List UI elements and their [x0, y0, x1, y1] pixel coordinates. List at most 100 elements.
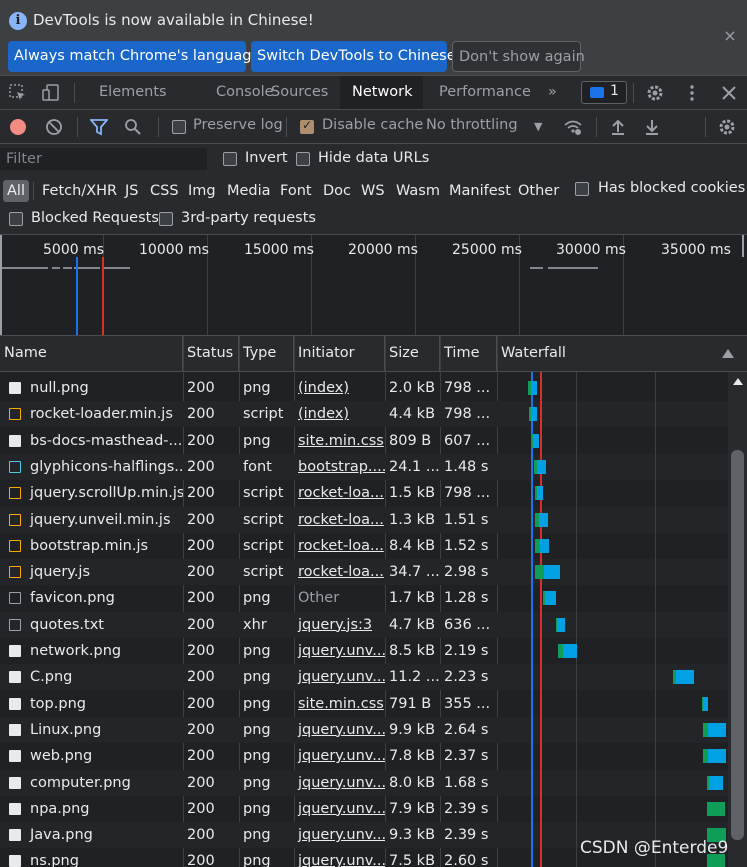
table-row[interactable]: npa.png 200 png jquery.unv... 7.9 kB 2.39 s	[0, 796, 728, 822]
type-filter-media[interactable]: Media	[223, 180, 275, 202]
request-list-scrollbar[interactable]	[728, 372, 747, 867]
import-har-icon[interactable]	[609, 118, 627, 136]
gear-icon[interactable]	[646, 84, 664, 102]
has-blocked-cookies-checkbox[interactable]	[575, 182, 589, 196]
type-filter-ws[interactable]: WS	[357, 180, 389, 202]
initiator-cell[interactable]: rocket-loa...	[294, 480, 385, 506]
name-cell[interactable]: web.png	[26, 743, 183, 769]
scroll-up-icon[interactable]	[733, 378, 743, 385]
table-row[interactable]: bs-docs-masthead-... 200 png site.min.css 80…	[0, 428, 728, 454]
tab-performance[interactable]: Performance	[427, 76, 543, 109]
type-filter-doc[interactable]: Doc	[319, 180, 355, 202]
table-row[interactable]: jquery.scrollUp.min.js 200 script rocket-lo…	[0, 480, 728, 506]
blocked-requests-checkbox[interactable]	[9, 212, 23, 226]
type-filter-wasm[interactable]: Wasm	[392, 180, 444, 202]
initiator-cell[interactable]: jquery.unv...	[294, 743, 385, 769]
invert-checkbox[interactable]	[223, 152, 237, 166]
name-cell[interactable]: npa.png	[26, 796, 183, 822]
chevron-down-icon[interactable]: ▼	[534, 120, 542, 133]
initiator-cell[interactable]: site.min.css	[294, 691, 385, 717]
table-row[interactable]: web.png 200 png jquery.unv... 7.8 kB 2.37 s	[0, 743, 728, 769]
name-cell[interactable]: network.png	[26, 638, 183, 664]
initiator-cell[interactable]: jquery.unv...	[294, 638, 385, 664]
inspect-element-icon[interactable]	[9, 84, 27, 102]
initiator-cell[interactable]: jquery.unv...	[294, 822, 385, 848]
table-row[interactable]: quotes.txt 200 xhr jquery.js:3 4.7 kB 636 ...	[0, 611, 728, 638]
tab-network[interactable]: Network	[340, 76, 423, 109]
clear-icon[interactable]	[45, 118, 63, 136]
table-row[interactable]: favicon.png 200 png Other 1.7 kB 1.28 s	[0, 585, 728, 611]
device-toolbar-icon[interactable]	[42, 84, 60, 102]
initiator-cell[interactable]: (index)	[294, 375, 385, 401]
initiator-cell[interactable]: Other	[294, 585, 385, 611]
table-row[interactable]: C.png 200 png jquery.unv... 11.2 ... 2.23 s	[0, 664, 728, 691]
name-cell[interactable]: bootstrap.min.js	[26, 533, 183, 559]
network-overview[interactable]: 5000 ms 10000 ms 15000 ms 20000 ms 25000…	[0, 235, 747, 336]
column-header-name[interactable]: Name	[0, 336, 183, 371]
disable-cache-checkbox[interactable]	[300, 118, 314, 134]
initiator-cell[interactable]: rocket-loa...	[294, 533, 385, 559]
type-filter-all[interactable]: All	[3, 180, 29, 202]
tab-sources[interactable]: Sources	[259, 76, 340, 109]
name-cell[interactable]: favicon.png	[26, 585, 183, 611]
hide-data-urls-checkbox[interactable]	[296, 152, 310, 166]
name-cell[interactable]: Linux.png	[26, 717, 183, 743]
always-match-language-button[interactable]: Always match Chrome's language	[8, 41, 260, 72]
table-row[interactable]: bootstrap.min.js 200 script rocket-loa... 8.…	[0, 533, 728, 559]
column-header-type[interactable]: Type	[239, 336, 294, 371]
network-settings-gear-icon[interactable]	[718, 118, 736, 136]
initiator-cell[interactable]: rocket-loa...	[294, 559, 385, 585]
initiator-cell[interactable]: jquery.unv...	[294, 848, 385, 867]
name-cell[interactable]: jquery.js	[26, 559, 183, 585]
close-devtools-icon[interactable]	[720, 84, 738, 102]
table-row[interactable]: glyphicons-halflings... 200 font bootstrap.…	[0, 453, 728, 480]
dont-show-again-button[interactable]: Don't show again	[452, 41, 585, 72]
table-row[interactable]: jquery.js 200 script rocket-loa... 34.7 ... 2…	[0, 559, 728, 586]
more-tabs-icon[interactable]: »	[536, 76, 569, 109]
type-filter-other[interactable]: Other	[514, 180, 563, 202]
column-header-status[interactable]: Status	[183, 336, 239, 371]
name-cell[interactable]: quotes.txt	[26, 612, 183, 638]
name-cell[interactable]: jquery.scrollUp.min.js	[26, 480, 183, 506]
name-cell[interactable]: Java.png	[26, 822, 183, 848]
switch-to-chinese-button[interactable]: Switch DevTools to Chinese	[251, 41, 456, 72]
table-row[interactable]: jquery.unveil.min.js 200 script rocket-loa.…	[0, 506, 728, 533]
initiator-cell[interactable]: jquery.unv...	[294, 770, 385, 796]
type-filter-img[interactable]: Img	[184, 180, 220, 202]
initiator-cell[interactable]: (index)	[294, 401, 385, 427]
type-filter-js[interactable]: JS	[121, 180, 142, 202]
type-filter-css[interactable]: CSS	[146, 180, 183, 202]
throttling-select[interactable]: No throttling	[426, 117, 518, 133]
record-icon[interactable]	[10, 119, 26, 135]
name-cell[interactable]: computer.png	[26, 770, 183, 796]
issues-badge[interactable]: 1	[581, 81, 627, 104]
type-filter-manifest[interactable]: Manifest	[445, 180, 515, 202]
name-cell[interactable]: bs-docs-masthead-...	[26, 428, 183, 454]
search-icon[interactable]	[124, 118, 142, 136]
sort-ascending-icon[interactable]	[722, 349, 734, 358]
type-filter-font[interactable]: Font	[276, 180, 316, 202]
filter-icon[interactable]	[89, 118, 109, 136]
table-row[interactable]: null.png 200 png (index) 2.0 kB 798 ...	[0, 375, 728, 401]
table-row[interactable]: rocket-loader.min.js 200 script (index) 4.4 …	[0, 401, 728, 428]
table-row[interactable]: top.png 200 png site.min.css 791 B 355 ...	[0, 691, 728, 717]
preserve-log-checkbox[interactable]	[172, 120, 186, 134]
column-header-initiator[interactable]: Initiator	[294, 336, 385, 371]
name-cell[interactable]: rocket-loader.min.js	[26, 401, 183, 427]
name-cell[interactable]: glyphicons-halflings...	[26, 454, 183, 480]
column-header-time[interactable]: Time	[440, 336, 497, 371]
initiator-cell[interactable]: jquery.unv...	[294, 717, 385, 743]
filter-input[interactable]	[0, 148, 207, 170]
initiator-cell[interactable]: jquery.unv...	[294, 796, 385, 822]
name-cell[interactable]: null.png	[26, 375, 183, 401]
initiator-cell[interactable]: bootstrap....	[294, 454, 385, 480]
type-filter-fetch-xhr[interactable]: Fetch/XHR	[38, 180, 121, 202]
initiator-cell[interactable]: rocket-loa...	[294, 507, 385, 533]
export-har-icon[interactable]	[643, 118, 661, 136]
name-cell[interactable]: jquery.unveil.min.js	[26, 507, 183, 533]
initiator-cell[interactable]: site.min.css	[294, 428, 385, 454]
column-header-size[interactable]: Size	[385, 336, 440, 371]
table-row[interactable]: Linux.png 200 png jquery.unv... 9.9 kB 2.64 s	[0, 716, 728, 743]
initiator-cell[interactable]: jquery.unv...	[294, 664, 385, 690]
scroll-thumb[interactable]	[731, 450, 744, 840]
